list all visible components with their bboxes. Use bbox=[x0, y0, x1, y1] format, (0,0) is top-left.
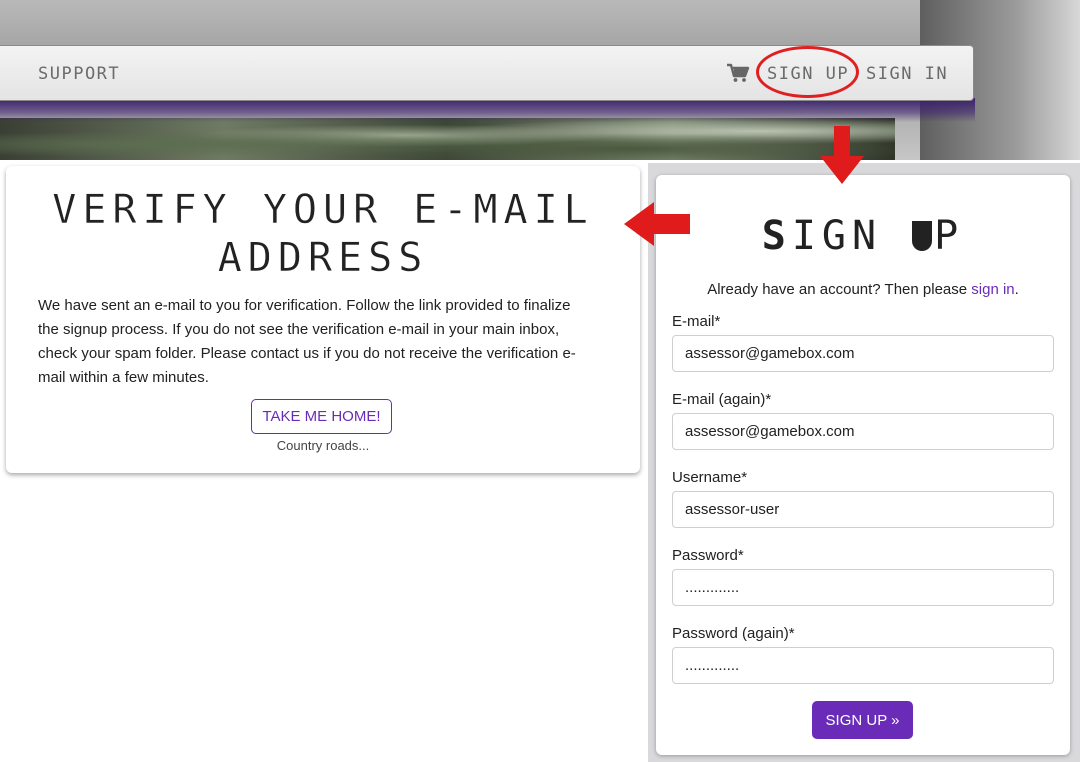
username-field[interactable] bbox=[672, 491, 1054, 528]
title-logo-u bbox=[912, 221, 933, 251]
verify-message: We have sent an e-mail to you for verifi… bbox=[38, 297, 576, 386]
verify-email-card: VERIFY YOUR E-MAIL ADDRESS We have sent … bbox=[6, 166, 640, 473]
title-letters-ign: IGN bbox=[791, 213, 913, 259]
nav-signin-link[interactable]: SIGN IN bbox=[866, 64, 948, 84]
hero-image-strip bbox=[0, 118, 895, 162]
password-again-label: Password (again)* bbox=[672, 625, 795, 642]
nav-support-link[interactable]: SUPPORT bbox=[38, 64, 120, 84]
navbar-shadow bbox=[0, 98, 975, 122]
verify-title: VERIFY YOUR E-MAIL ADDRESS bbox=[52, 187, 594, 281]
signup-card: SIGN P Already have an account? Then ple… bbox=[656, 175, 1070, 755]
signin-link[interactable]: sign in bbox=[971, 281, 1014, 298]
password-field[interactable] bbox=[672, 569, 1054, 606]
signup-title: SIGN P bbox=[656, 213, 1070, 259]
password-again-field[interactable] bbox=[672, 647, 1054, 684]
email-field[interactable] bbox=[672, 335, 1054, 372]
email-label: E-mail* bbox=[672, 313, 721, 330]
take-me-home-button[interactable]: TAKE ME HOME! bbox=[251, 399, 392, 434]
home-button-caption: Country roads... bbox=[276, 438, 370, 453]
signup-submit-button[interactable]: SIGN UP » bbox=[812, 701, 913, 739]
title-letter-p: P bbox=[934, 213, 965, 259]
username-label: Username* bbox=[672, 469, 748, 486]
password-label: Password* bbox=[672, 547, 744, 564]
signin-prompt: Already have an account? Then please sig… bbox=[656, 281, 1070, 298]
cart-icon[interactable] bbox=[726, 63, 750, 83]
email-again-label: E-mail (again)* bbox=[672, 391, 772, 408]
signin-prompt-suffix: . bbox=[1014, 281, 1019, 298]
email-again-field[interactable] bbox=[672, 413, 1054, 450]
signin-prompt-text: Already have an account? Then please bbox=[707, 281, 968, 298]
annotation-circle bbox=[756, 46, 859, 98]
arrow-left-icon bbox=[624, 202, 690, 246]
title-letter-s: S bbox=[761, 213, 792, 259]
arrow-down-icon bbox=[820, 126, 864, 184]
